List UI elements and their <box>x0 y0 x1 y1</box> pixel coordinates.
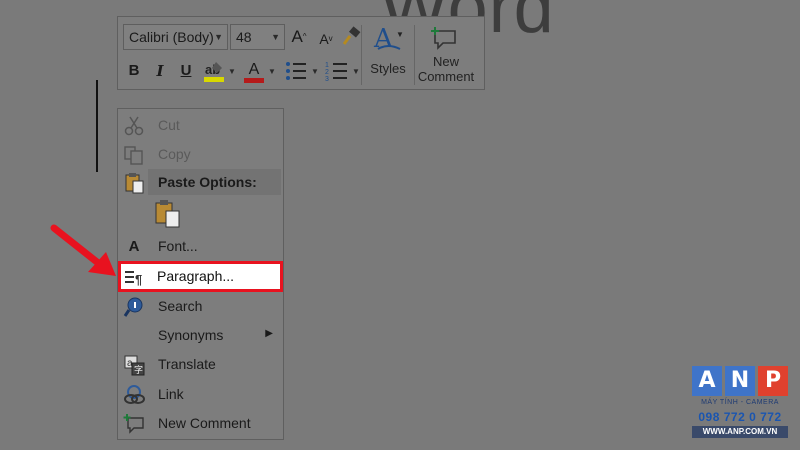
menu-item-copy[interactable]: Copy <box>118 141 283 169</box>
translate-icon: a字 <box>123 354 145 376</box>
new-comment-label-line1: New <box>432 54 459 69</box>
bullets-button[interactable] <box>284 60 308 82</box>
svg-text:A: A <box>373 24 394 53</box>
format-painter-button[interactable] <box>340 26 362 48</box>
chevron-down-icon: ▼ <box>271 32 280 42</box>
font-color-button[interactable]: A <box>243 59 265 83</box>
paste-keep-format-button[interactable] <box>154 199 184 229</box>
menu-item-label: New Comment <box>158 415 251 431</box>
menu-item-translate[interactable]: a字 Translate <box>118 351 283 379</box>
menu-item-label: Search <box>158 298 203 314</box>
logo-website: WWW.ANP.COM.VN <box>692 426 788 438</box>
menu-item-label: Synonyms <box>158 327 224 343</box>
shrink-font-icon: A <box>319 31 329 47</box>
shrink-font-button[interactable]: Av <box>317 30 335 48</box>
menu-item-label: Font... <box>158 238 198 254</box>
chevron-down-icon[interactable]: ▼ <box>268 67 276 76</box>
mini-toolbar: Calibri (Body) ▼ 48 ▼ A^ Av A ▼ Styles N… <box>117 16 485 90</box>
new-comment-label-line2: Comment <box>417 69 475 84</box>
menu-item-font[interactable]: A Font... <box>118 233 283 261</box>
paste-icon <box>123 172 145 194</box>
font-name-value: Calibri (Body) <box>129 29 214 45</box>
svg-text:▼: ▼ <box>396 30 404 39</box>
grow-font-button[interactable]: A^ <box>290 28 308 46</box>
bullets-icon <box>286 62 306 80</box>
text-cursor <box>96 80 98 172</box>
search-icon <box>123 296 145 318</box>
toolbar-divider <box>361 25 362 85</box>
menu-item-label: Translate <box>158 356 216 372</box>
anp-logo: A N P MÁY TÍNH - CAMERA 098 772 0 772 WW… <box>692 366 788 442</box>
svg-text:¶: ¶ <box>135 272 142 287</box>
numbering-icon: 1 2 3 <box>325 62 347 83</box>
underline-button[interactable]: U <box>178 62 194 80</box>
font-icon: A <box>128 238 140 255</box>
chevron-right-icon: ▶ <box>265 328 273 339</box>
logo-letter-n: N <box>725 366 755 396</box>
scissors-icon <box>123 115 145 137</box>
link-icon <box>123 384 145 406</box>
paragraph-icon: ¶ <box>124 267 146 289</box>
numbering-button[interactable]: 1 2 3 <box>325 60 349 83</box>
styles-button-label[interactable]: Styles <box>366 61 410 76</box>
logo-letter-p: P <box>758 366 788 396</box>
font-color-swatch <box>244 78 264 83</box>
svg-text:1: 1 <box>325 62 329 69</box>
toolbar-divider <box>414 25 415 85</box>
paste-options-header: Paste Options: <box>148 169 281 195</box>
menu-item-search[interactable]: Search <box>118 293 283 321</box>
menu-item-link[interactable]: Link <box>118 381 283 409</box>
new-comment-icon <box>123 413 145 435</box>
italic-button[interactable]: I <box>152 62 168 80</box>
new-comment-icon[interactable] <box>431 25 461 51</box>
menu-item-label: Paste Options: <box>158 174 257 190</box>
clipboard-icon <box>155 200 180 228</box>
svg-text:2: 2 <box>325 69 329 76</box>
copy-icon <box>123 144 145 166</box>
bold-button[interactable]: B <box>126 62 142 80</box>
new-comment-button[interactable]: New Comment <box>414 54 478 84</box>
chevron-down-icon[interactable]: ▼ <box>311 67 319 76</box>
svg-text:字: 字 <box>134 364 143 375</box>
logo-phone: 098 772 0 772 <box>698 410 782 424</box>
logo-subtitle: MÁY TÍNH - CAMERA <box>701 399 779 406</box>
font-name-combo[interactable]: Calibri (Body) ▼ <box>123 24 228 50</box>
chevron-down-icon[interactable]: ▼ <box>228 67 236 76</box>
format-painter-icon <box>342 26 361 45</box>
menu-item-paragraph[interactable]: ¶ Paragraph... <box>118 261 283 292</box>
menu-item-synonyms[interactable]: Synonyms ▶ <box>118 322 283 350</box>
chevron-down-icon: ▼ <box>214 32 223 42</box>
highlighter-icon: ab <box>204 62 224 82</box>
highlight-button[interactable]: ab <box>203 59 225 83</box>
menu-item-label: Paragraph... <box>157 268 235 284</box>
menu-item-cut[interactable]: Cut <box>118 112 283 140</box>
menu-item-label: Copy <box>158 146 191 162</box>
logo-letter-a: A <box>692 366 722 396</box>
svg-text:3: 3 <box>325 76 329 82</box>
menu-item-new-comment[interactable]: New Comment <box>118 410 283 438</box>
font-color-icon: A <box>248 61 260 78</box>
chevron-down-icon[interactable]: ▼ <box>352 67 360 76</box>
styles-icon[interactable]: A ▼ <box>372 23 404 54</box>
font-size-combo[interactable]: 48 ▼ <box>230 24 285 50</box>
red-arrow-annotation <box>50 224 116 276</box>
menu-item-label: Cut <box>158 117 180 133</box>
font-size-value: 48 <box>236 29 252 45</box>
grow-font-icon: A <box>291 27 303 46</box>
menu-item-label: Link <box>158 386 184 402</box>
